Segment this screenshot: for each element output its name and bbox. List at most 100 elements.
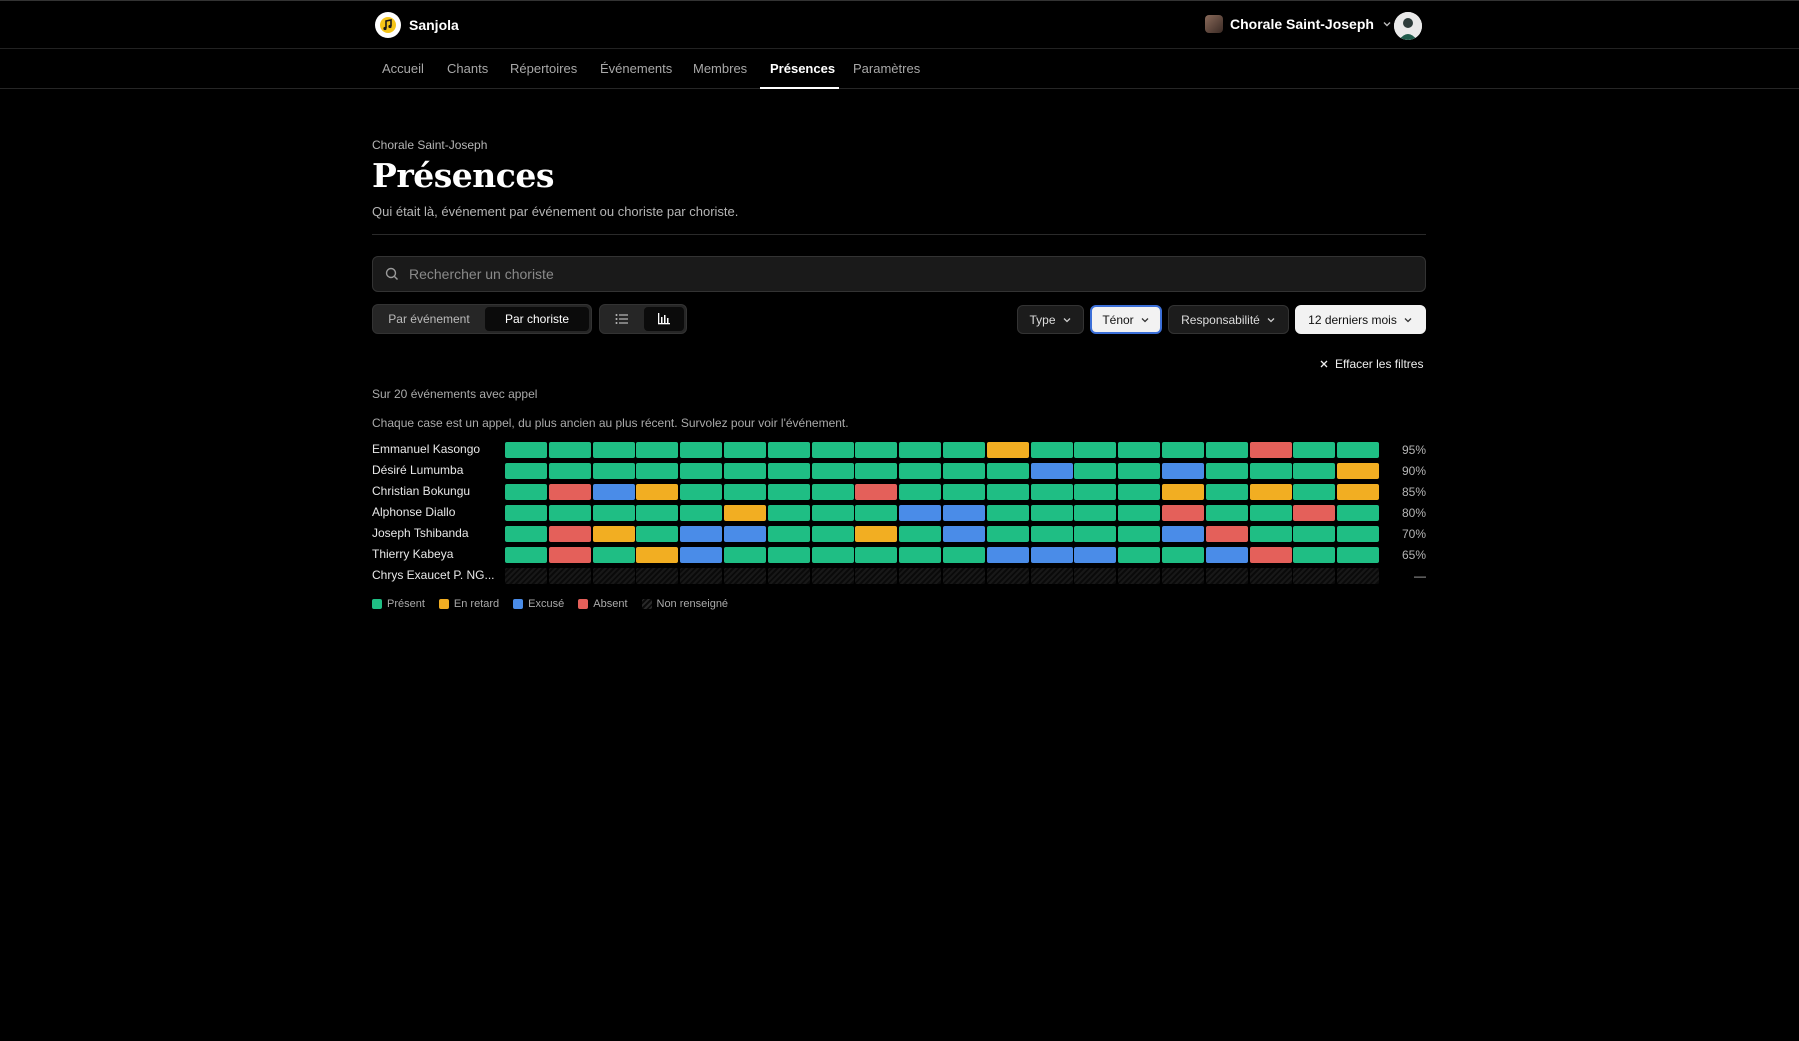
attendance-cell-present[interactable] xyxy=(812,484,854,500)
voice-filter[interactable]: Ténor xyxy=(1090,305,1162,334)
attendance-cell-present[interactable] xyxy=(1337,526,1379,542)
attendance-cell-excused[interactable] xyxy=(1162,463,1204,479)
list-view-button[interactable] xyxy=(602,307,642,331)
attendance-cell-present[interactable] xyxy=(1293,547,1335,563)
attendance-cell-present[interactable] xyxy=(593,505,635,521)
user-avatar[interactable] xyxy=(1394,12,1422,40)
attendance-cell-present[interactable] xyxy=(1118,505,1160,521)
attendance-cell-present[interactable] xyxy=(680,463,722,479)
attendance-cell-present[interactable] xyxy=(636,505,678,521)
attendance-cell-present[interactable] xyxy=(768,442,810,458)
attendance-cell-present[interactable] xyxy=(768,547,810,563)
attendance-cell-absent[interactable] xyxy=(549,526,591,542)
attendance-cell-present[interactable] xyxy=(768,484,810,500)
attendance-cell-present[interactable] xyxy=(899,526,941,542)
attendance-cell-present[interactable] xyxy=(549,442,591,458)
attendance-cell-present[interactable] xyxy=(724,484,766,500)
attendance-cell-present[interactable] xyxy=(855,463,897,479)
attendance-cell-present[interactable] xyxy=(812,547,854,563)
nav-item-membres[interactable]: Membres xyxy=(693,61,747,76)
attendance-cell-present[interactable] xyxy=(724,547,766,563)
attendance-cell-present[interactable] xyxy=(680,505,722,521)
attendance-cell-present[interactable] xyxy=(505,484,547,500)
attendance-cell-late[interactable] xyxy=(636,484,678,500)
attendance-cell-present[interactable] xyxy=(1337,442,1379,458)
attendance-cell-late[interactable] xyxy=(593,526,635,542)
attendance-cell-none[interactable] xyxy=(768,568,810,584)
attendance-cell-late[interactable] xyxy=(1337,463,1379,479)
attendance-cell-present[interactable] xyxy=(1118,442,1160,458)
attendance-cell-excused[interactable] xyxy=(943,526,985,542)
attendance-cell-excused[interactable] xyxy=(899,505,941,521)
search-input[interactable] xyxy=(409,266,1425,282)
nav-item-chants[interactable]: Chants xyxy=(447,61,488,76)
attendance-cell-none[interactable] xyxy=(1118,568,1160,584)
attendance-cell-excused[interactable] xyxy=(1162,526,1204,542)
attendance-cell-present[interactable] xyxy=(1031,526,1073,542)
attendance-cell-present[interactable] xyxy=(1293,442,1335,458)
attendance-cell-present[interactable] xyxy=(1206,463,1248,479)
nav-item-accueil[interactable]: Accueil xyxy=(382,61,424,76)
attendance-cell-present[interactable] xyxy=(768,526,810,542)
attendance-cell-excused[interactable] xyxy=(943,505,985,521)
nav-item-presences[interactable]: Présences xyxy=(770,61,835,76)
attendance-cell-late[interactable] xyxy=(1337,484,1379,500)
attendance-cell-none[interactable] xyxy=(1031,568,1073,584)
attendance-cell-present[interactable] xyxy=(1250,463,1292,479)
attendance-cell-present[interactable] xyxy=(1118,526,1160,542)
attendance-cell-present[interactable] xyxy=(1206,484,1248,500)
attendance-cell-none[interactable] xyxy=(1250,568,1292,584)
attendance-cell-present[interactable] xyxy=(1118,547,1160,563)
attendance-cell-present[interactable] xyxy=(1337,547,1379,563)
organization-switcher[interactable]: Chorale Saint-Joseph xyxy=(1205,15,1393,33)
search-box[interactable] xyxy=(372,256,1426,292)
attendance-cell-none[interactable] xyxy=(1206,568,1248,584)
member-name[interactable]: Désiré Lumumba xyxy=(372,463,500,477)
attendance-cell-none[interactable] xyxy=(724,568,766,584)
attendance-cell-present[interactable] xyxy=(943,547,985,563)
attendance-cell-late[interactable] xyxy=(855,526,897,542)
attendance-cell-present[interactable] xyxy=(636,463,678,479)
attendance-cell-present[interactable] xyxy=(1250,505,1292,521)
attendance-cell-present[interactable] xyxy=(1031,484,1073,500)
attendance-cell-present[interactable] xyxy=(1206,505,1248,521)
attendance-cell-none[interactable] xyxy=(549,568,591,584)
attendance-cell-present[interactable] xyxy=(593,442,635,458)
attendance-cell-present[interactable] xyxy=(680,442,722,458)
attendance-cell-late[interactable] xyxy=(636,547,678,563)
attendance-cell-present[interactable] xyxy=(549,505,591,521)
attendance-cell-present[interactable] xyxy=(680,484,722,500)
attendance-cell-none[interactable] xyxy=(812,568,854,584)
attendance-cell-present[interactable] xyxy=(768,505,810,521)
by-event-button[interactable]: Par événement xyxy=(375,307,483,331)
attendance-cell-present[interactable] xyxy=(593,547,635,563)
attendance-cell-present[interactable] xyxy=(1074,505,1116,521)
member-name[interactable]: Thierry Kabeya xyxy=(372,547,500,561)
attendance-cell-none[interactable] xyxy=(987,568,1029,584)
attendance-cell-present[interactable] xyxy=(1162,442,1204,458)
attendance-cell-present[interactable] xyxy=(855,442,897,458)
attendance-cell-present[interactable] xyxy=(943,484,985,500)
attendance-cell-present[interactable] xyxy=(636,526,678,542)
member-name[interactable]: Emmanuel Kasongo xyxy=(372,442,500,456)
attendance-cell-excused[interactable] xyxy=(1206,547,1248,563)
attendance-cell-present[interactable] xyxy=(855,547,897,563)
attendance-cell-present[interactable] xyxy=(899,484,941,500)
attendance-cell-none[interactable] xyxy=(899,568,941,584)
attendance-cell-absent[interactable] xyxy=(1250,442,1292,458)
attendance-cell-present[interactable] xyxy=(1031,505,1073,521)
attendance-cell-present[interactable] xyxy=(768,463,810,479)
attendance-cell-absent[interactable] xyxy=(1206,526,1248,542)
attendance-cell-present[interactable] xyxy=(505,442,547,458)
attendance-cell-late[interactable] xyxy=(987,442,1029,458)
attendance-cell-excused[interactable] xyxy=(724,526,766,542)
attendance-cell-present[interactable] xyxy=(943,463,985,479)
attendance-cell-present[interactable] xyxy=(1250,526,1292,542)
attendance-cell-present[interactable] xyxy=(812,505,854,521)
attendance-cell-excused[interactable] xyxy=(1074,547,1116,563)
period-filter[interactable]: 12 derniers mois xyxy=(1295,305,1426,334)
attendance-cell-excused[interactable] xyxy=(593,484,635,500)
attendance-cell-none[interactable] xyxy=(943,568,985,584)
attendance-cell-present[interactable] xyxy=(1118,484,1160,500)
attendance-cell-present[interactable] xyxy=(1074,463,1116,479)
